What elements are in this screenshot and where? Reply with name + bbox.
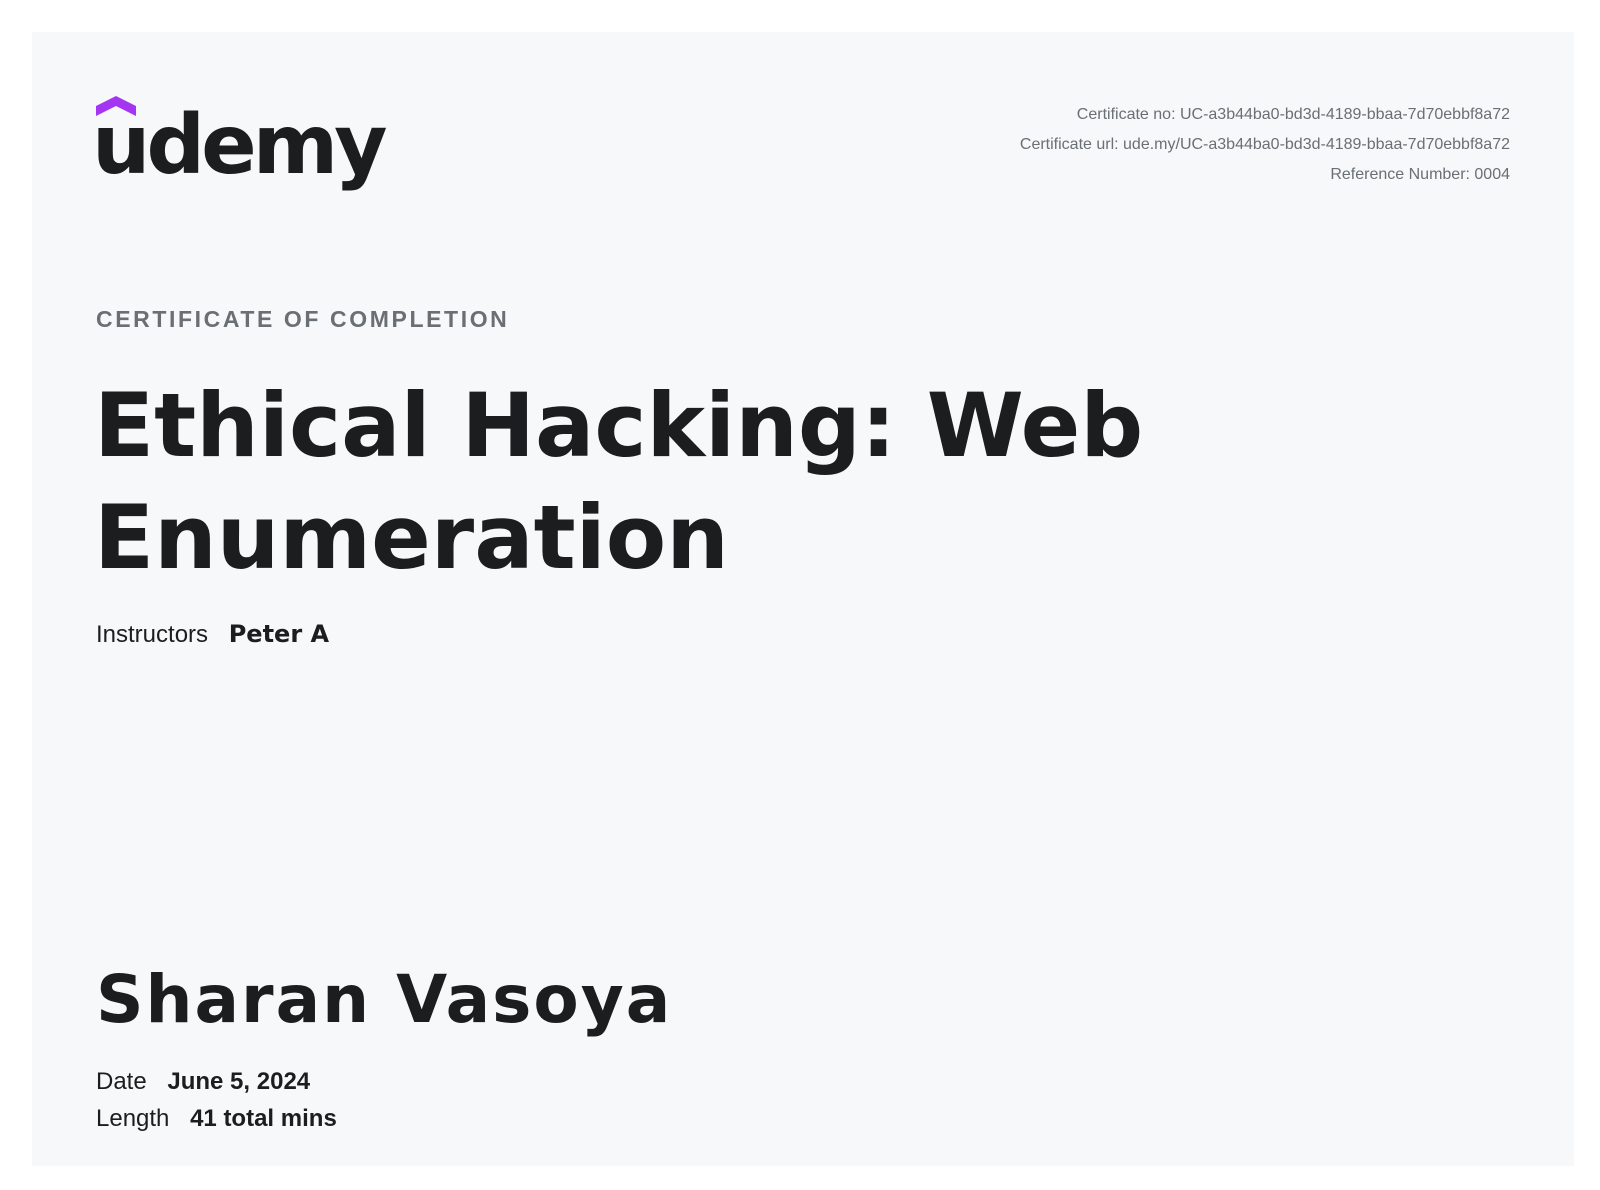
certificate-heading: CERTIFICATE OF COMPLETION (96, 306, 510, 332)
certificate-number: Certificate no: UC-a3b44ba0-bd3d-4189-bb… (1076, 106, 1510, 123)
udemy-logo: udemy (92, 96, 388, 196)
length-label: Length (96, 1105, 170, 1132)
certificate-url: Certificate url: ude.my/UC-a3b44ba0-bd3d… (1019, 136, 1510, 153)
instructors-row: Instructors Peter A (96, 620, 329, 649)
reference-number: Reference Number: 0004 (1330, 166, 1510, 183)
course-title: Ethical Hacking: Web Enumeration (94, 374, 1144, 589)
date-label: Date (96, 1068, 147, 1095)
length-row: Length 41 total mins (96, 1105, 337, 1133)
certificate-meta: Certificate no: UC-a3b44ba0-bd3d-4189-bb… (1020, 100, 1510, 190)
recipient-name: Sharan Vasoya (96, 961, 673, 1038)
udemy-chevron-icon (96, 96, 136, 116)
instructors-label: Instructors (96, 621, 209, 648)
date-row: Date June 5, 2024 (96, 1068, 310, 1096)
instructors-value: Peter A (228, 620, 330, 648)
certificate-card: udemy Certificate no: UC-a3b44ba0-bd3d-4… (32, 32, 1574, 1166)
length-value: 41 total mins (190, 1105, 337, 1132)
date-value: June 5, 2024 (167, 1068, 311, 1095)
